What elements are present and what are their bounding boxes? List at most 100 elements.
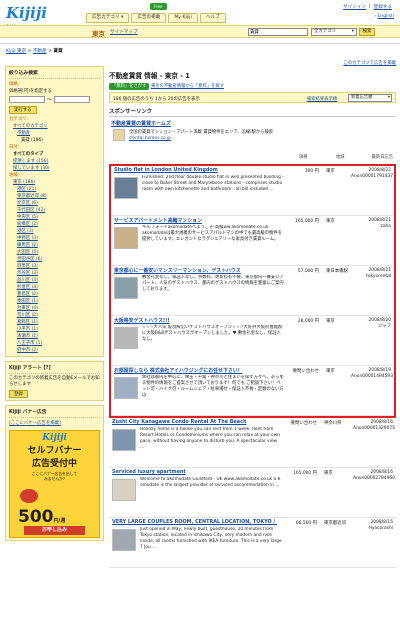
listing-user: Anon00001791437	[351, 174, 393, 179]
listing-thumbnail[interactable]	[112, 429, 136, 451]
listing-user: ジャフ	[378, 324, 391, 329]
register-link[interactable]: 登録する	[374, 4, 392, 10]
area-item[interactable]: 品川区 (3)	[9, 277, 100, 284]
sitemap-link[interactable]: サイトマップ	[110, 29, 138, 35]
listing-thumbnail[interactable]	[114, 177, 138, 199]
col-date: 最新日広告	[371, 155, 393, 160]
type-offer[interactable]: 提供します (156)	[9, 158, 100, 165]
listing-user: Anon00001494593	[351, 374, 393, 379]
listing-title[interactable]: 大阪格安ゲストハウス!!!	[114, 317, 279, 324]
area-item[interactable]: 豊島区 (2)	[9, 291, 100, 298]
listing-thumbnail[interactable]	[112, 529, 136, 551]
nav-help[interactable]: ヘルプ	[199, 13, 226, 23]
listing-thumbnail[interactable]	[114, 277, 138, 299]
listing-row[interactable]: 大阪格安ゲストハウス!!! ☆☆☆大人気 阪急線沿いゲストハウスオープン☆☆☆大好…	[111, 316, 394, 366]
banner-link[interactable]: [ここにバナー広告を掲載]	[9, 420, 100, 427]
price-max-input[interactable]	[54, 95, 91, 103]
listing-row[interactable]: Serviced luxury apartment Welcome to aKom…	[109, 468, 396, 518]
area-item[interactable]: 渋谷区 (3)	[9, 270, 100, 277]
listing-row[interactable]: 東京都心に一番安いマンスリーマンション、ゲストハウス 敷金礼金なし。保証人なし。手…	[111, 266, 394, 316]
area-item[interactable]: 練馬区 (2)	[9, 242, 100, 249]
listing-title[interactable]: Zushi City Kanagawa Condo Rental At The …	[112, 419, 277, 425]
type-wanted[interactable]: 探しています (30)	[9, 165, 100, 172]
area-item[interactable]: 中野区 (3)	[9, 235, 100, 242]
area-item[interactable]: 目黒区 (3)	[9, 263, 100, 270]
area-label: 地域：	[9, 173, 23, 178]
crumb-realestate[interactable]: 不動産	[33, 49, 47, 54]
english-link[interactable]: English	[377, 14, 394, 19]
area-item[interactable]: 板橋区 (2)	[9, 221, 100, 228]
area-item[interactable]: 港区 (21)	[9, 186, 100, 193]
view-option-link[interactable]: 検索結果表示順	[307, 96, 337, 102]
listing-thumbnail[interactable]	[114, 227, 138, 249]
sponsor-link[interactable]: 不動産賃貸の賃貸ホームズ	[111, 120, 171, 127]
location-label[interactable]: 東京	[92, 28, 105, 38]
search-button[interactable]: 検索	[359, 28, 375, 36]
area-item[interactable]: 清瀬市 (1)	[9, 333, 100, 340]
listing-title[interactable]: Serviced luxury apartment	[112, 469, 277, 475]
col-area: 地域	[336, 155, 345, 160]
listing-row[interactable]: Studio flat in London United Kingdom Furn…	[111, 166, 394, 216]
listing-row[interactable]: サービスアパートメント高輪マンション ギルフォードakomodateへようこそ-高…	[111, 216, 394, 266]
nav-categories[interactable]: 広告カテゴリ ▾	[86, 13, 130, 23]
area-item[interactable]: 墨田区 (1)	[9, 298, 100, 305]
listing-thumbnail[interactable]	[112, 479, 136, 501]
area-item[interactable]: 杉並区 (3)	[9, 284, 100, 291]
category-realestate[interactable]: 不動産	[9, 130, 100, 137]
area-item[interactable]: 文京区 (6)	[9, 200, 100, 207]
sponsor-url[interactable]: chintai.homes.co.jp	[129, 136, 171, 141]
area-item[interactable]: 小平市 (1)	[9, 326, 100, 333]
area-item[interactable]: 台東区 (4)	[9, 305, 100, 312]
banner-apply-button: お申し込み	[24, 526, 85, 535]
area-item[interactable]: 東京都近郊 (8)	[9, 193, 100, 200]
area-item[interactable]: 大田区 (5)	[9, 249, 100, 256]
post-ad-link[interactable]: このカテゴリで広告を掲載	[109, 60, 396, 66]
listing-price: 57,000 円	[297, 269, 319, 274]
price-label: 価格：	[9, 82, 23, 87]
alert-register-button[interactable]: 登録	[9, 390, 28, 398]
area-item[interactable]: 八王子市 (1)	[9, 340, 100, 347]
listing-title[interactable]: 東京都心に一番安いマンスリーマンション、ゲストハウス	[114, 267, 279, 274]
banner-ad[interactable]: Kijiji セルフバナー 広告受付中 ここにバナー広告を出してみませんか? 5…	[9, 430, 100, 538]
listing-title[interactable]: Studio flat in London United Kingdom	[114, 167, 279, 173]
main-content: このカテゴリで広告を掲載 不動産賃貸 情報 - 東京 - 1 「無料」をさがす …	[109, 60, 396, 568]
listing-description: 敷金礼金なし。保証人なし。手数料、更新料も不要。東京都内一番安いアパート、人気の…	[142, 275, 284, 292]
area-item[interactable]: 荒川区 (2)	[9, 312, 100, 319]
area-item[interactable]: 世田谷区 (6)	[9, 256, 100, 263]
search-input[interactable]	[248, 28, 308, 36]
free-tag-button[interactable]: 「無料」をさがす	[109, 83, 150, 90]
listing-price: 66,500 円	[295, 521, 317, 526]
listing-title[interactable]: VERY LARGE COUPLES ROOM, CENTRAL LOCATIO…	[112, 519, 277, 525]
listing-row[interactable]: VERY LARGE COUPLES ROOM, CENTRAL LOCATIO…	[109, 518, 396, 568]
listing-thumbnail[interactable]	[114, 327, 138, 349]
price-go-button[interactable]: 実行する	[9, 106, 37, 114]
category-select[interactable]: 全カテゴリ ▾	[311, 28, 357, 36]
listing-title[interactable]: サービスアパートメント高輪マンション	[114, 217, 279, 224]
listing-date: 2008/8/22 Anon00001791437	[351, 168, 393, 180]
listing-title[interactable]: お部屋探しなら 株式会社アイハウジングにお任せ下さい！	[114, 367, 279, 374]
crumb-tokyo[interactable]: Kijiji 東京	[6, 49, 26, 54]
listing-thumbnail[interactable]	[114, 377, 138, 399]
listing-row[interactable]: Zushi City Kanagawa Condo Rental At The …	[109, 418, 396, 468]
category-all[interactable]: すべてのカテゴリ	[9, 123, 100, 130]
area-item[interactable]: 東京 (186)	[9, 179, 100, 186]
banner-subtext: ここにバナー広告を出してみませんか?	[31, 471, 78, 481]
nav-post-ad[interactable]: 広告の掲載	[131, 13, 167, 23]
type-label: 日付：	[9, 145, 23, 150]
sponsor-thumb	[113, 129, 125, 141]
free-badge: Free	[150, 3, 167, 10]
free-tag-note[interactable]: 東京の不動産情報から「無料」を探す	[151, 84, 224, 89]
language-switch[interactable]: › English	[374, 14, 394, 19]
listing-row[interactable]: お部屋探しなら 株式会社アイハウジングにお任せ下さい！ 弊社は都内を中心に、埼玉・…	[111, 366, 394, 416]
signin-link[interactable]: サインイン	[343, 4, 366, 10]
nav-my-kijiji[interactable]: My Kijiji	[168, 13, 198, 23]
area-item[interactable]: 中央区 (5)	[9, 214, 100, 221]
area-item[interactable]: 葛飾区 (1)	[9, 319, 100, 326]
price-min-input[interactable]	[9, 95, 45, 103]
area-item[interactable]: 港区 (3)	[9, 228, 100, 235]
area-item[interactable]: 千代田区 (42)	[9, 207, 100, 214]
area-item[interactable]: 府中市 (2)	[9, 347, 100, 354]
sort-select[interactable]: 新着広告順 ▾	[348, 94, 392, 102]
page-title: 不動産賃貸 情報 - 東京 - 1	[109, 72, 190, 80]
breadcrumb: Kijiji 東京 > 不動産 > 賃貸	[6, 49, 63, 54]
